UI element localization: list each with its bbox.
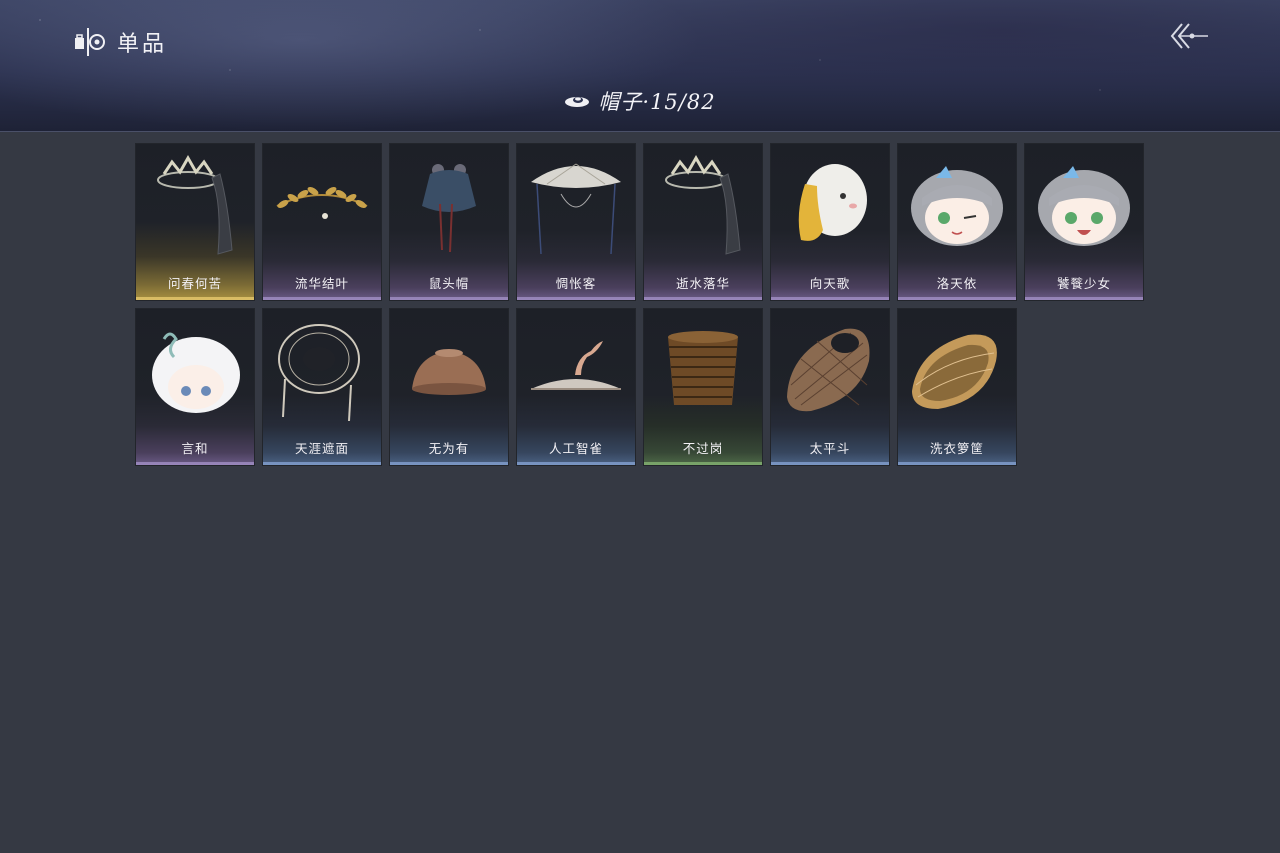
bone-crown-veil-icon [665, 154, 741, 255]
rarity-bar [771, 462, 889, 465]
laundry-basket-icon [912, 334, 997, 409]
mouse-hood-icon [422, 164, 476, 253]
yan-he-head-icon [152, 332, 240, 413]
item-card[interactable]: 流华结叶 [263, 144, 381, 300]
veiled-bamboo-hat-icon [531, 163, 621, 255]
item-label: 不过岗 [682, 441, 724, 456]
rarity-bar [390, 462, 508, 465]
rarity-bar [517, 297, 635, 300]
rarity-bar [1025, 297, 1143, 300]
item-card[interactable]: 惆怅客 [517, 144, 635, 300]
item-card[interactable]: 鼠头帽 [390, 144, 508, 300]
rarity-bar [390, 297, 508, 300]
rarity-bar [517, 462, 635, 465]
item-card[interactable]: 人工智雀 [517, 309, 635, 465]
broken-bamboo-hat-icon [278, 324, 360, 422]
rarity-bar [898, 297, 1016, 300]
rarity-bar [771, 297, 889, 300]
item-label: 天涯遮面 [294, 441, 349, 456]
rarity-bar [898, 462, 1016, 465]
item-label: 饕餮少女 [1056, 276, 1111, 291]
wardrobe-icon [75, 28, 105, 56]
bird-flat-hat-icon [531, 341, 621, 390]
item-card[interactable]: 饕餮少女 [1025, 144, 1143, 300]
clay-bowl-hat-icon [412, 349, 486, 395]
rarity-bar [644, 462, 762, 465]
item-label: 人工智雀 [548, 441, 603, 456]
rarity-bar [644, 297, 762, 300]
back-arrow-icon[interactable] [1166, 18, 1212, 54]
item-card[interactable]: 问春何苦 [136, 144, 254, 300]
luo-tianyi-head-icon [1038, 166, 1130, 246]
luo-tianyi-head-icon [911, 166, 1003, 246]
item-card[interactable]: 无为有 [390, 309, 508, 465]
item-card[interactable]: 太平斗 [771, 309, 889, 465]
woven-basket-icon [787, 328, 870, 412]
bone-crown-veil-icon [157, 154, 233, 255]
item-card[interactable]: 言和 [136, 309, 254, 465]
item-card[interactable]: 天涯遮面 [263, 309, 381, 465]
category-header: 帽子·15/82 [0, 86, 1280, 116]
goose-hat-icon [798, 164, 867, 241]
item-card[interactable]: 不过岗 [644, 309, 762, 465]
item-label: 洛天依 [936, 276, 978, 291]
rarity-bar [263, 462, 381, 465]
item-label: 问春何苦 [167, 276, 222, 291]
item-card[interactable]: 洛天依 [898, 144, 1016, 300]
item-label: 洗衣箩筐 [929, 441, 984, 456]
item-card[interactable]: 洗衣箩筐 [898, 309, 1016, 465]
item-label: 流华结叶 [294, 276, 349, 291]
item-label: 言和 [181, 441, 209, 456]
category-title: 帽子·15/82 [598, 90, 716, 114]
stacked-bowls-icon [668, 331, 738, 405]
item-label: 逝水落华 [675, 276, 730, 291]
item-label: 太平斗 [809, 441, 851, 456]
item-card[interactable]: 逝水落华 [644, 144, 762, 300]
item-label: 惆怅客 [555, 276, 597, 291]
rarity-bar [136, 297, 254, 300]
rarity-bar [263, 297, 381, 300]
item-label: 鼠头帽 [428, 276, 470, 291]
rarity-bar [136, 462, 254, 465]
item-label: 无为有 [428, 441, 470, 456]
golden-laurel-icon [276, 187, 368, 219]
page-title-group: 单品 [73, 26, 167, 58]
item-label: 向天歌 [809, 276, 851, 291]
hat-icon [565, 97, 590, 107]
item-card[interactable]: 向天歌 [771, 144, 889, 300]
page-title: 单品 [117, 32, 168, 57]
